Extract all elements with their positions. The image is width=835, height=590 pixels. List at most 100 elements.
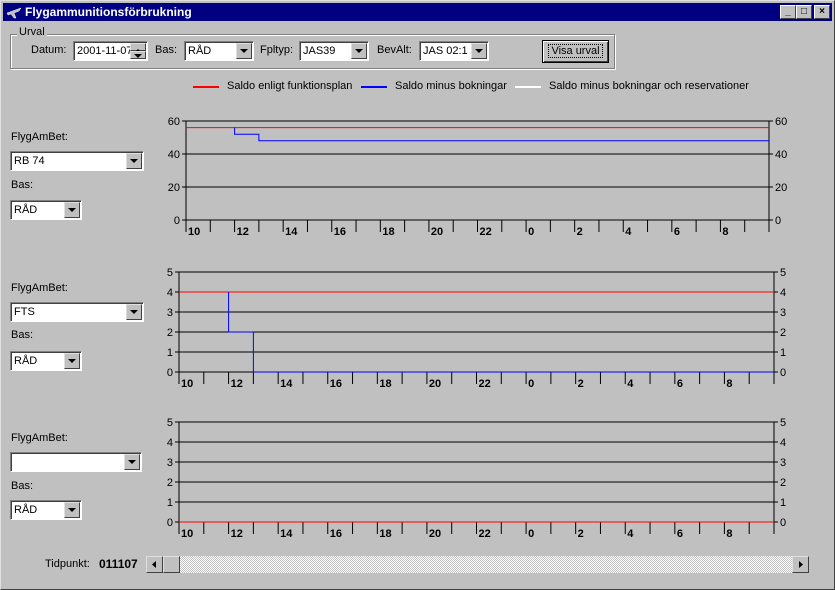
x-tick-label: 2 — [578, 528, 584, 540]
chevron-down-icon[interactable] — [124, 454, 140, 470]
x-tick-label: 16 — [330, 528, 342, 540]
x-tick-label: 10 — [181, 528, 193, 540]
spin-down-button[interactable] — [130, 51, 146, 59]
y-tick-label: 0 — [167, 517, 173, 529]
y-tick-label-right: 4 — [780, 287, 786, 299]
legend-label-bokningar: Saldo minus bokningar — [395, 80, 507, 92]
panel-bas-select[interactable]: RÅD — [10, 500, 82, 520]
panel-bas-select[interactable]: RÅD — [10, 351, 82, 371]
x-tick-label: 8 — [726, 528, 732, 540]
x-tick-label: 2 — [577, 226, 583, 238]
y-tick-label: 4 — [167, 437, 173, 449]
chart-fts: 0 0 1 1 2 2 3 3 4 4 5 5 10 12 14 16 18 20 22 0 2 4 6 8 — [151, 263, 801, 393]
x-tick-label: 10 — [181, 378, 193, 390]
visa-urval-label: Visa urval — [548, 44, 603, 58]
y-tick-label: 5 — [167, 267, 173, 279]
y-tick-label-right: 2 — [780, 477, 786, 489]
flygambet-select[interactable]: RB 74 — [10, 151, 144, 171]
series-line — [234, 127, 769, 142]
flygambet-value: FTS — [14, 306, 35, 318]
fpltyp-select[interactable]: JAS39 — [299, 41, 369, 61]
y-tick-label-right: 3 — [780, 457, 786, 469]
x-tick-label: 14 — [285, 226, 298, 238]
y-tick-label-right: 3 — [780, 307, 786, 319]
flygambet-select[interactable]: FTS — [10, 302, 144, 322]
x-tick-label: 12 — [231, 378, 243, 390]
scroll-left-button[interactable] — [146, 556, 163, 573]
x-tick-label: 6 — [677, 528, 683, 540]
y-tick-label: 2 — [167, 327, 173, 339]
scroll-thumb[interactable] — [163, 556, 180, 573]
bevalt-select[interactable]: JAS 02:1 — [419, 41, 489, 61]
y-tick-label-right: 2 — [780, 327, 786, 339]
window-title: Flygammunitionsförbrukning — [25, 5, 192, 19]
x-tick-label: 20 — [429, 378, 441, 390]
x-tick-label: 0 — [528, 226, 534, 238]
y-tick-label: 3 — [167, 307, 173, 319]
chart-svg: 0 01 12 23 34 45 510 12 14 16 18 20 22 0 2 4 6 8 — [167, 417, 786, 540]
x-tick-label: 16 — [334, 226, 346, 238]
chart-empty: 0 0 1 1 2 2 3 3 4 4 5 5 10 12 14 16 18 20 22 0 2 4 6 8 — [151, 413, 801, 543]
y-tick-label: 1 — [167, 347, 173, 359]
chevron-down-icon[interactable] — [351, 43, 367, 59]
bas-value: RÅD — [188, 45, 212, 57]
y-tick-label-right: 5 — [780, 417, 786, 429]
y-tick-label: 0 — [174, 215, 180, 227]
flygambet-label: FlygAmBet: — [11, 131, 68, 143]
chevron-down-icon[interactable] — [126, 304, 142, 320]
x-tick-label: 14 — [280, 528, 293, 540]
x-tick-label: 6 — [674, 226, 680, 238]
chevron-down-icon[interactable] — [64, 502, 80, 518]
x-tick-label: 22 — [480, 226, 492, 238]
panel-bas-label: Bas: — [11, 329, 34, 341]
close-button[interactable]: × — [814, 5, 830, 19]
title-bar[interactable]: Flygammunitionsförbrukning _ □ × — [3, 3, 832, 21]
main-window: Flygammunitionsförbrukning _ □ × Urval D… — [0, 0, 835, 590]
y-tick-label-right: 5 — [780, 267, 786, 279]
panel-bas-value: RÅD — [14, 355, 38, 367]
x-tick-label: 0 — [528, 528, 534, 540]
flygambet-select[interactable] — [10, 452, 142, 472]
spin-up-button[interactable] — [130, 43, 146, 53]
y-tick-label: 2 — [167, 477, 173, 489]
panel-bas-value: RÅD — [14, 504, 38, 516]
x-tick-label: 12 — [237, 226, 249, 238]
panel-bas-label: Bas: — [11, 480, 34, 492]
chart-svg: 0 0 20 20 40 40 60 60 10 12 14 16 18 20 22 0 2 4 6 8 — [168, 116, 788, 238]
x-tick-label: 4 — [627, 378, 634, 390]
flygambet-label: FlygAmBet: — [11, 432, 68, 444]
panel-bas-label: Bas: — [11, 179, 34, 191]
y-tick-label: 60 — [168, 116, 180, 128]
chevron-down-icon[interactable] — [126, 153, 142, 169]
chevron-down-icon[interactable] — [64, 202, 80, 218]
x-tick-label: 18 — [379, 378, 391, 390]
y-tick-label-right: 4 — [780, 437, 786, 449]
y-tick-label-right: 60 — [775, 116, 787, 128]
x-tick-label: 16 — [330, 378, 342, 390]
y-tick-label: 20 — [168, 182, 180, 194]
x-tick-label: 6 — [677, 378, 683, 390]
x-tick-label: 18 — [382, 226, 394, 238]
datum-label: Datum: — [31, 44, 67, 56]
time-scrollbar[interactable] — [146, 556, 809, 573]
visa-urval-button[interactable]: Visa urval — [542, 40, 609, 63]
x-tick-label: 0 — [528, 378, 534, 390]
bas-select[interactable]: RÅD — [184, 41, 254, 61]
legend-swatch-reservationer — [515, 86, 541, 88]
bevalt-label: BevAlt: — [377, 44, 412, 56]
scroll-right-button[interactable] — [792, 556, 809, 573]
x-tick-label: 22 — [479, 528, 491, 540]
panel-bas-select[interactable]: RÅD — [10, 200, 82, 220]
x-tick-label: 22 — [479, 378, 491, 390]
urval-group-label: Urval — [17, 26, 47, 38]
minimize-button[interactable]: _ — [780, 5, 796, 19]
chevron-down-icon[interactable] — [64, 353, 80, 369]
datum-field[interactable]: 2001-11-07 — [73, 41, 148, 61]
chevron-down-icon[interactable] — [471, 43, 487, 59]
bevalt-value: JAS 02:1 — [423, 45, 468, 57]
x-tick-label: 20 — [431, 226, 443, 238]
chevron-down-icon[interactable] — [236, 43, 252, 59]
y-tick-label: 4 — [167, 287, 173, 299]
y-tick-label-right: 0 — [780, 367, 786, 379]
maximize-button[interactable]: □ — [796, 5, 812, 19]
